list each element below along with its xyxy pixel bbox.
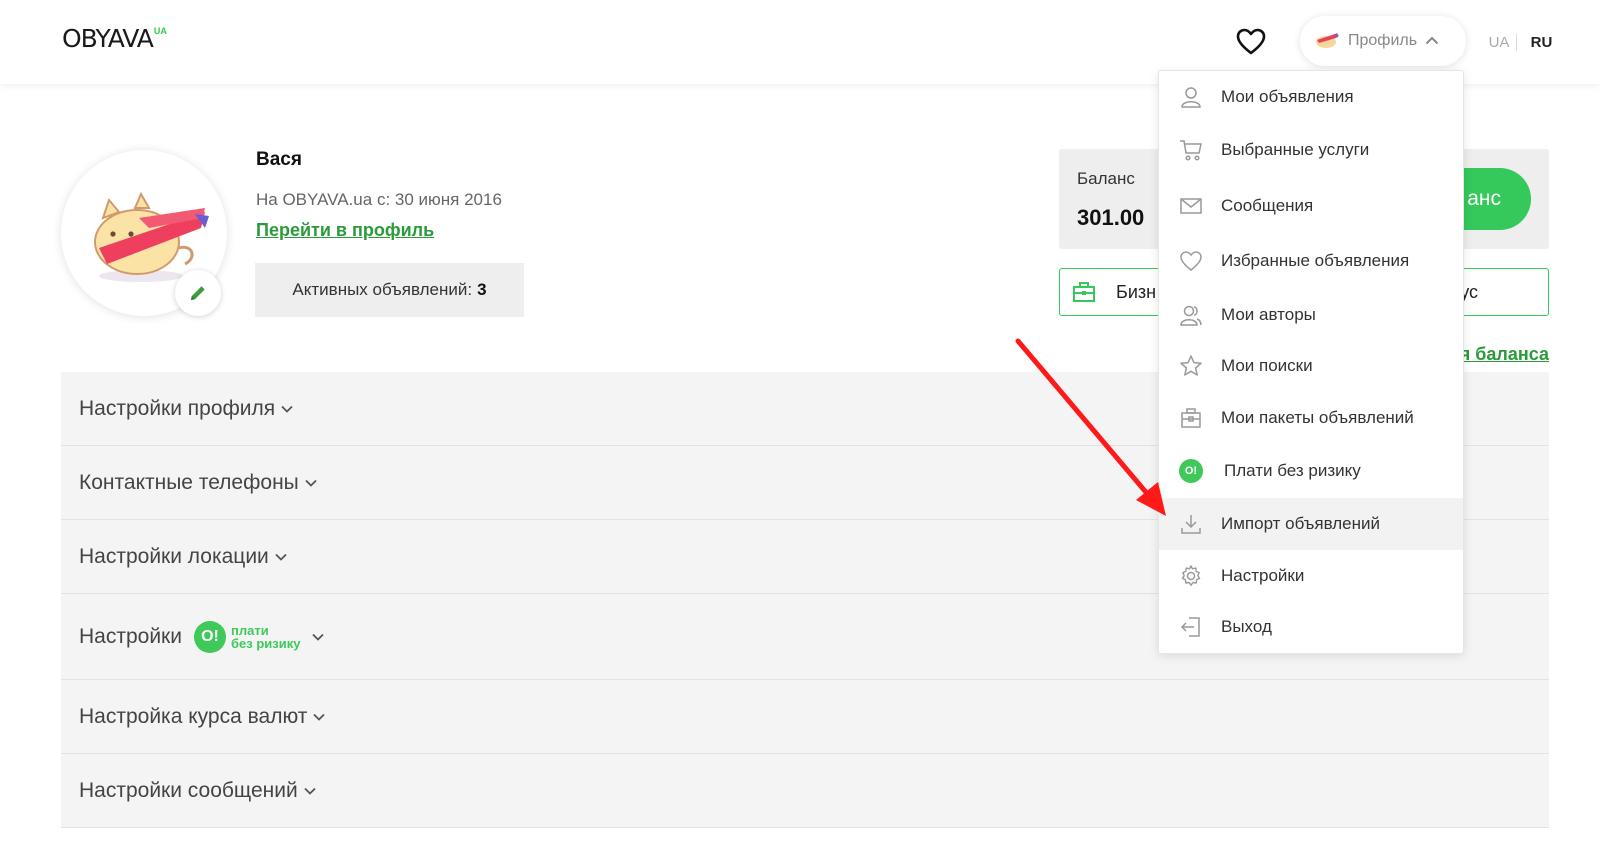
chevron-down-icon [275, 553, 287, 561]
active-ads-count: 3 [477, 280, 487, 299]
menu-item-label: Настройки [1221, 566, 1305, 585]
o-badge-icon: O! [193, 620, 226, 653]
accordion-currency-settings[interactable]: Настройка курса валют [61, 680, 1549, 754]
menu-item-messages[interactable]: Сообщения [1159, 180, 1463, 232]
accordion-label: Настройки профиля [79, 396, 276, 420]
language-switcher: UA RU [1482, 28, 1558, 56]
user-name: Вася [256, 149, 302, 170]
o-badge-icon: O! [1179, 459, 1203, 483]
menu-item-my-ads[interactable]: Мои объявления [1159, 71, 1463, 123]
menu-item-label: Избранные объявления [1221, 251, 1410, 270]
gear-icon [1179, 564, 1203, 588]
edit-avatar-button[interactable] [175, 270, 221, 316]
pencil-icon [191, 286, 205, 300]
active-ads-counter[interactable]: Активных объявлений: 3 [255, 263, 524, 317]
menu-item-safe-pay[interactable]: O! Плати без ризику [1159, 445, 1463, 497]
balance-value: 301.00 [1077, 205, 1145, 230]
menu-item-settings[interactable]: Настройки [1159, 550, 1463, 602]
users-icon [1179, 303, 1203, 327]
go-to-profile-link[interactable]: Перейти в профиль [256, 220, 434, 241]
chevron-down-icon [312, 633, 325, 641]
heart-icon [1179, 249, 1203, 273]
menu-item-my-searches[interactable]: Мои поиски [1159, 340, 1463, 392]
logo-suffix: UA [153, 26, 167, 36]
menu-item-logout[interactable]: Выход [1159, 601, 1463, 653]
chevron-down-icon [281, 405, 293, 413]
accordion-message-settings[interactable]: Настройки сообщений [61, 754, 1549, 828]
accordion-label: Настройки локации [79, 544, 269, 568]
menu-item-label: Мои пакеты объявлений [1221, 408, 1414, 427]
chevron-down-icon [313, 713, 325, 721]
safe-pay-badge: O! плати без ризику [193, 620, 300, 653]
accordion-label: Настройки сообщений [79, 778, 298, 802]
safe-pay-line2: без ризику [230, 635, 301, 651]
safe-pay-text: плати без ризику [231, 624, 300, 650]
profile-avatar-icon [1314, 29, 1340, 54]
logo-text: OBYAVA [62, 24, 154, 53]
package-icon [1179, 406, 1203, 430]
menu-item-label: Выход [1221, 617, 1272, 636]
menu-item-label: Мои авторы [1221, 305, 1316, 324]
logout-icon [1179, 615, 1203, 639]
chevron-down-icon [304, 787, 316, 795]
balance-label: Баланс [1077, 169, 1135, 188]
menu-item-label: Импорт объявлений [1221, 514, 1381, 533]
menu-item-my-authors[interactable]: Мои авторы [1159, 289, 1463, 341]
briefcase-icon [1073, 282, 1095, 302]
menu-item-label: Плати без ризику [1224, 461, 1361, 480]
chevron-up-icon [1425, 32, 1439, 50]
envelope-icon [1179, 194, 1203, 218]
o-badge-letter: O! [1179, 459, 1203, 483]
favorites-heart-icon[interactable] [1236, 28, 1266, 56]
profile-menu-button[interactable]: Профиль [1300, 16, 1466, 66]
download-icon [1179, 512, 1203, 536]
business-label: Бизн [1116, 282, 1157, 302]
lang-ru[interactable]: RU [1516, 33, 1558, 51]
chevron-down-icon [305, 479, 317, 487]
star-icon [1179, 354, 1203, 378]
lang-ua[interactable]: UA [1482, 34, 1516, 51]
menu-item-selected-services[interactable]: Выбранные услуги [1159, 124, 1463, 176]
menu-item-label: Сообщения [1221, 196, 1314, 215]
member-since: На OBYAVA.ua с: 30 июня 2016 [256, 190, 502, 209]
accordion-label: Настройка курса валют [79, 704, 308, 728]
cart-icon [1179, 138, 1203, 162]
menu-item-import-ads[interactable]: Импорт объявлений [1159, 498, 1463, 550]
user-icon [1179, 85, 1203, 109]
profile-dropdown-menu: Мои объявления Выбранные услуги Сообщени… [1158, 70, 1464, 654]
menu-item-label: Мои поиски [1221, 356, 1313, 375]
menu-item-label: Мои объявления [1221, 87, 1354, 106]
accordion-label: Настройки [79, 624, 182, 648]
profile-label: Профиль [1348, 32, 1418, 49]
menu-item-favorite-ads[interactable]: Избранные объявления [1159, 235, 1463, 287]
menu-item-ad-packages[interactable]: Мои пакеты объявлений [1159, 392, 1463, 444]
accordion-label: Контактные телефоны [79, 470, 299, 494]
menu-item-label: Выбранные услуги [1221, 140, 1370, 159]
active-ads-label: Активных объявлений: [292, 280, 473, 299]
site-logo[interactable]: OBYAVA UA [62, 24, 167, 56]
